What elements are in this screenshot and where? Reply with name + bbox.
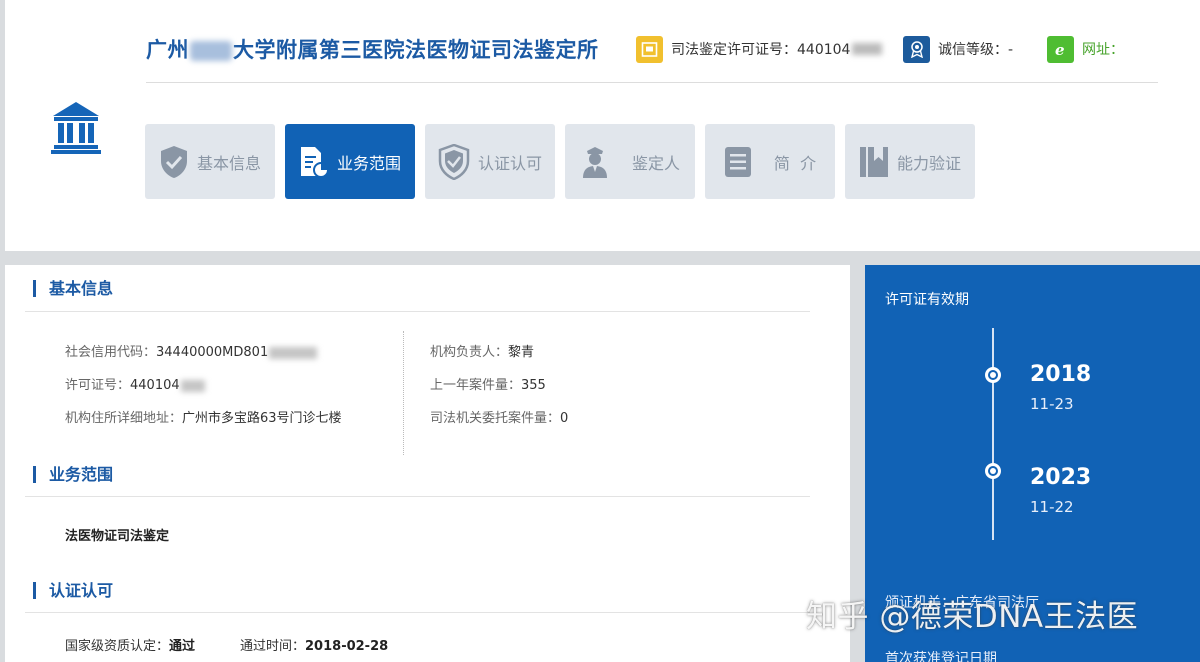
validity-end-date: 11-22 [1030, 498, 1074, 516]
license-number-row: 许可证号：440104 [65, 374, 205, 393]
tab-appraiser[interactable]: 鉴定人 [565, 124, 695, 199]
redacted-text [852, 43, 883, 55]
institution-title: 广州 大学附属第三医院法医物证司法鉴定所 [146, 38, 599, 62]
certified-shield-icon [438, 143, 470, 180]
section-title-business-scope: 业务范围 [33, 466, 113, 483]
website-info[interactable]: e 网址： [1047, 35, 1124, 63]
judicial-cases-row: 司法机关委托案件量：0 [430, 411, 569, 426]
column-divider [403, 331, 404, 455]
institution-header: 广州 大学附属第三医院法医物证司法鉴定所 司法鉴定许可证号：440104 诚信等级… [5, 0, 1200, 251]
bookmark-book-icon [859, 146, 888, 177]
credit-code-row: 社会信用代码：34440000MD801 [65, 341, 318, 360]
first-registration-label: 首次获准登记日期 [885, 651, 997, 662]
validity-start-date: 11-23 [1030, 395, 1074, 413]
header-divider [146, 82, 1158, 83]
redacted-text [269, 346, 318, 359]
timeline-line [992, 328, 994, 540]
timeline-start-dot [985, 367, 1001, 383]
section-title-certification: 认证认可 [33, 582, 113, 599]
person-icon [582, 146, 607, 178]
address-row: 机构住所详细地址：广州市多宝路63号门诊七楼 [65, 411, 342, 426]
pass-time-row: 通过时间：2018-02-28 [240, 639, 389, 654]
national-qualification-row: 国家级资质认定：通过 [65, 639, 196, 654]
content-panel: 基本信息 社会信用代码：34440000MD801 许可证号：440104 机构… [5, 265, 850, 662]
validity-title: 许可证有效期 [885, 292, 969, 308]
browser-e-icon: e [1047, 35, 1074, 63]
section-divider [25, 612, 810, 613]
redacted-text [180, 379, 205, 392]
tab-business-scope[interactable]: 业务范围 [285, 124, 415, 199]
award-medal-icon [903, 35, 930, 63]
person-in-charge-row: 机构负责人：黎青 [430, 345, 535, 360]
section-tabs: 基本信息 业务范围 认证认可 鉴定人 简 介 能力验证 [145, 124, 975, 199]
timeline-end-dot [985, 463, 1001, 479]
document-list-icon [724, 146, 751, 177]
business-scope-item: 法医物证司法鉴定 [65, 529, 170, 544]
credit-level-info: 诚信等级：- [903, 35, 1013, 63]
section-divider [25, 311, 810, 312]
validity-end-year: 2023 [1030, 465, 1092, 490]
tab-proficiency-test[interactable]: 能力验证 [845, 124, 975, 199]
shield-check-icon [160, 145, 187, 178]
section-divider [25, 496, 810, 497]
license-number-info: 司法鉴定许可证号：440104 [636, 35, 883, 63]
tab-introduction[interactable]: 简 介 [705, 124, 835, 199]
last-year-cases-row: 上一年案件量：355 [430, 378, 546, 393]
zhihu-watermark: 知乎 @德荣DNA王法医 [806, 599, 1139, 635]
tab-certification[interactable]: 认证认可 [425, 124, 555, 199]
section-title-basic-info: 基本信息 [33, 280, 113, 297]
redacted-text [190, 41, 232, 61]
tab-basic-info[interactable]: 基本信息 [145, 124, 275, 199]
svg-text:e: e [1055, 41, 1065, 58]
institution-building-icon [51, 102, 101, 154]
document-chart-icon [300, 146, 329, 178]
license-icon [636, 35, 663, 63]
validity-start-year: 2018 [1030, 362, 1092, 387]
